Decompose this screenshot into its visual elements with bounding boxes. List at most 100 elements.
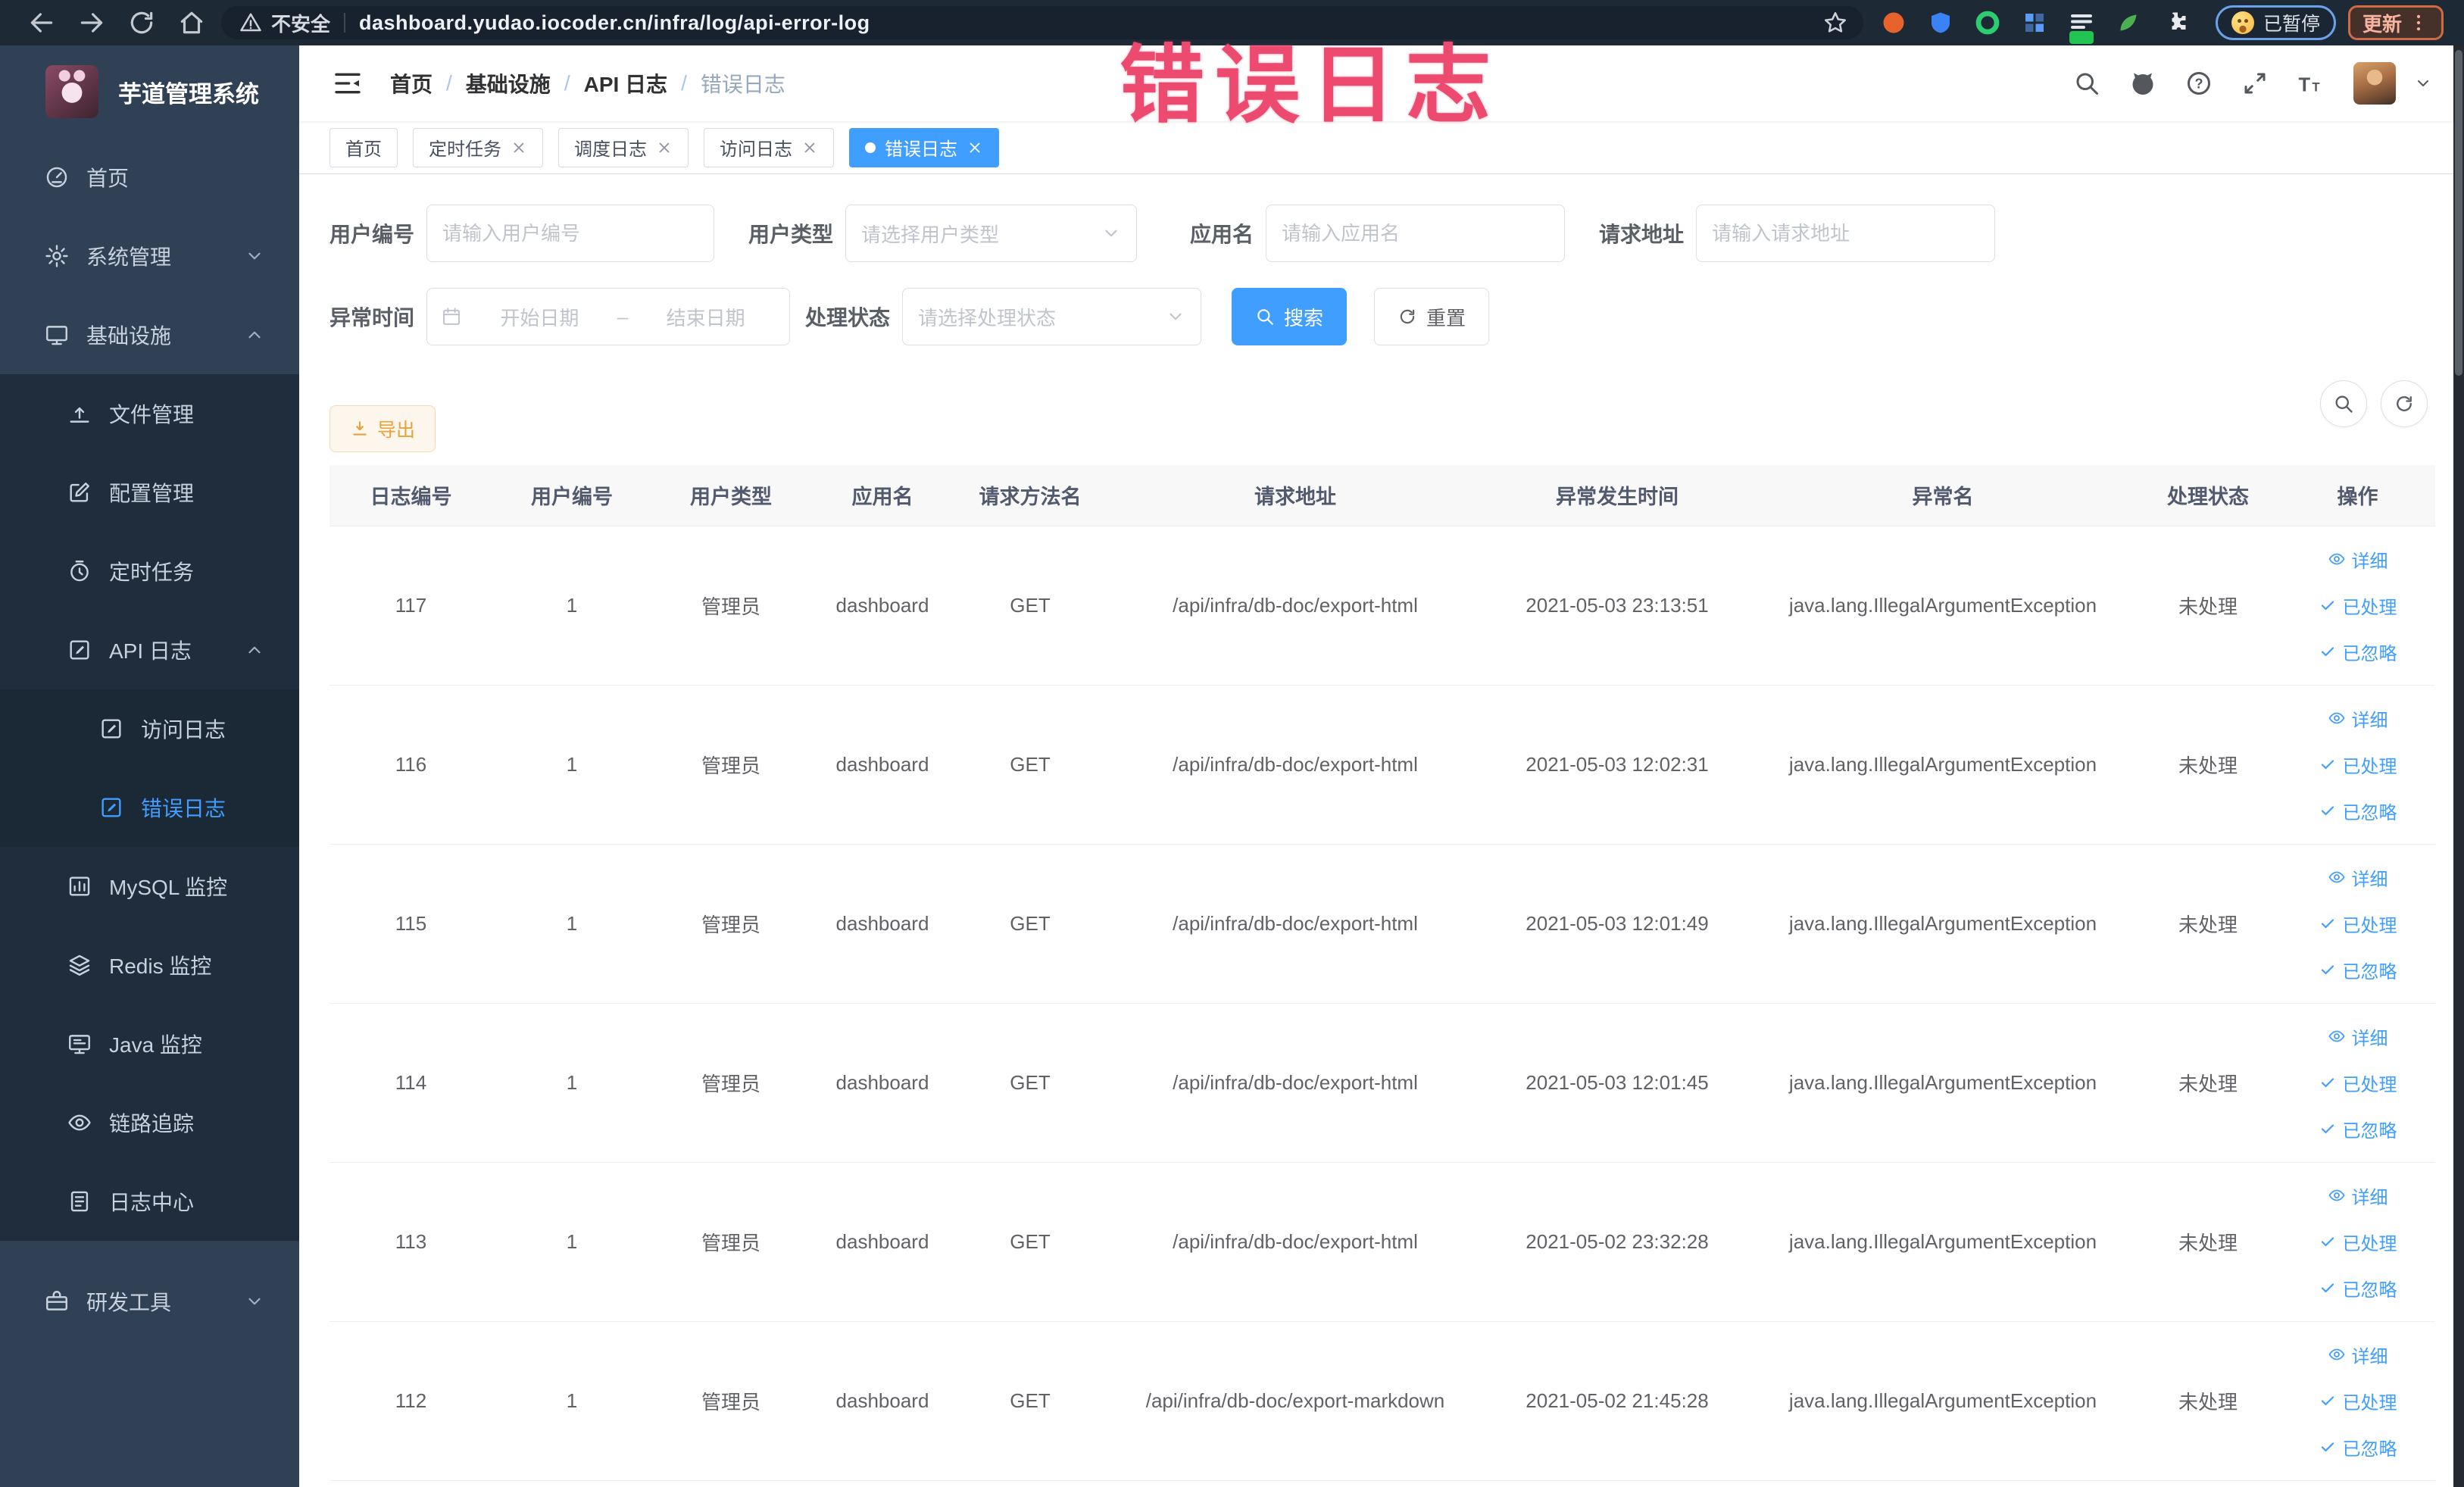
address-bar-divider (344, 13, 346, 33)
column-header[interactable]: 日志编号 (329, 465, 492, 526)
ext-puzzle-icon[interactable] (2162, 9, 2189, 36)
toggle-search-button[interactable] (2320, 380, 2367, 427)
font-size-icon[interactable]: TT (2297, 70, 2325, 97)
action-processed-link[interactable]: 已处理 (2319, 1070, 2397, 1096)
ext-green-ring-icon[interactable] (1974, 9, 2001, 36)
user-id-input[interactable] (426, 205, 715, 262)
column-header[interactable]: 请求地址 (1106, 465, 1485, 526)
tab-3[interactable]: 访问日志 (704, 127, 834, 167)
column-header[interactable]: 用户编号 (492, 465, 651, 526)
collapse-sidebar-icon[interactable] (333, 68, 363, 98)
column-header[interactable]: 操作 (2280, 465, 2435, 526)
action-ignored-link[interactable]: 已忽略 (2319, 639, 2397, 665)
export-button[interactable]: 导出 (329, 405, 436, 452)
search-button[interactable]: 搜索 (1232, 288, 1348, 345)
close-icon[interactable] (967, 139, 983, 156)
sidebar-item-trace[interactable]: 链路追踪 (0, 1083, 299, 1162)
tab-4[interactable]: 错误日志 (849, 127, 999, 167)
action-detail-link[interactable]: 详细 (2328, 1023, 2388, 1050)
sidebar-item-java-monitor[interactable]: Java 监控 (0, 1004, 299, 1083)
tabs-bar: 首页 定时任务 调度日志 访问日志 错误日志 (299, 121, 2453, 174)
close-icon[interactable] (511, 139, 527, 156)
close-icon[interactable] (801, 139, 818, 156)
browser-menu-icon[interactable] (2408, 12, 2429, 33)
paused-extension-pill[interactable]: 已暂停 (2216, 5, 2337, 40)
request-url-input[interactable] (1696, 205, 1996, 262)
sidebar-item-log-center[interactable]: 日志中心 (0, 1162, 299, 1241)
ext-grid-icon[interactable] (2021, 9, 2048, 36)
github-icon[interactable] (2129, 70, 2156, 97)
scrollbar-thumb[interactable] (2455, 50, 2462, 376)
address-bar[interactable]: 不安全 dashboard.yudao.iocoder.cn/infra/log… (221, 6, 1863, 39)
column-header[interactable]: 应用名 (810, 465, 954, 526)
sidebar-item-infrastructure[interactable]: 基础设施 (0, 295, 299, 374)
action-ignored-link[interactable]: 已忽略 (2319, 1275, 2397, 1301)
action-ignored-link[interactable]: 已忽略 (2319, 1434, 2397, 1460)
back-icon[interactable] (27, 8, 56, 37)
app-name-input[interactable] (1266, 205, 1566, 262)
tab-1[interactable]: 定时任务 (413, 127, 543, 167)
sidebar-item-access-log[interactable]: 访问日志 (0, 689, 299, 768)
breadcrumb-item-api-log[interactable]: API 日志 (584, 68, 667, 98)
exception-time-range-picker[interactable]: 开始日期 – 结束日期 (426, 288, 791, 345)
view-icon (2328, 1186, 2346, 1204)
sidebar-item-file-management[interactable]: 文件管理 (0, 374, 299, 453)
tab-2[interactable]: 调度日志 (558, 127, 689, 167)
column-header[interactable]: 请求方法名 (954, 465, 1106, 526)
action-processed-link[interactable]: 已处理 (2319, 1229, 2397, 1255)
sidebar-item-redis-monitor[interactable]: Redis 监控 (0, 926, 299, 1004)
action-detail-link[interactable]: 详细 (2328, 864, 2388, 891)
sidebar-item-config-management[interactable]: 配置管理 (0, 453, 299, 532)
sidebar-item-system-management[interactable]: 系统管理 (0, 217, 299, 295)
action-ignored-link[interactable]: 已忽略 (2319, 957, 2397, 983)
tab-home[interactable]: 首页 (329, 127, 398, 167)
avatar-caret-down-icon[interactable] (2414, 74, 2432, 92)
browser-update-button[interactable]: 更新 (2348, 5, 2444, 40)
ext-leaf-icon[interactable] (2115, 9, 2142, 36)
action-detail-link[interactable]: 详细 (2328, 546, 2388, 573)
user-type-select[interactable]: 请选择用户类型 (845, 205, 1138, 262)
table-cell: 2021-05-03 12:02:31 (1485, 685, 1750, 845)
fullscreen-icon[interactable] (2241, 70, 2269, 97)
ext-orange-icon[interactable] (1880, 9, 1907, 36)
column-header[interactable]: 异常发生时间 (1485, 465, 1750, 526)
ext-list-icon[interactable] (2068, 9, 2095, 44)
search-icon[interactable] (2073, 70, 2100, 97)
app-title: 芋道管理系统 (118, 80, 259, 108)
action-detail-link[interactable]: 详细 (2328, 1182, 2388, 1209)
table-cell: 未处理 (2136, 685, 2280, 845)
sidebar-item-label: 系统管理 (86, 245, 172, 269)
action-detail-link[interactable]: 详细 (2328, 1342, 2388, 1368)
sidebar-item-api-log[interactable]: API 日志 (0, 611, 299, 689)
sidebar-item-home[interactable]: 首页 (0, 138, 299, 217)
sidebar-item-error-log[interactable]: 错误日志 (0, 768, 299, 847)
action-processed-link[interactable]: 已处理 (2319, 911, 2397, 937)
action-ignored-link[interactable]: 已忽略 (2319, 798, 2397, 824)
sidebar-item-scheduled-tasks[interactable]: 定时任务 (0, 532, 299, 611)
sidebar-logo[interactable]: 芋道管理系统 (0, 45, 299, 138)
process-status-select[interactable]: 请选择处理状态 (902, 288, 1202, 345)
reload-icon[interactable] (127, 8, 156, 37)
user-avatar[interactable] (2353, 62, 2396, 105)
column-header[interactable]: 用户类型 (651, 465, 810, 526)
home-icon[interactable] (177, 8, 206, 37)
action-processed-link[interactable]: 已处理 (2319, 1388, 2397, 1414)
sidebar-item-dev-tools[interactable]: 研发工具 (0, 1262, 299, 1341)
action-processed-link[interactable]: 已处理 (2319, 592, 2397, 619)
column-header[interactable]: 处理状态 (2136, 465, 2280, 526)
close-icon[interactable] (656, 139, 673, 156)
breadcrumb-item-infrastructure[interactable]: 基础设施 (466, 68, 551, 98)
ext-shield-icon[interactable] (1927, 9, 1954, 36)
breadcrumb-item-home[interactable]: 首页 (390, 68, 433, 98)
column-header[interactable]: 异常名 (1750, 465, 2136, 526)
action-processed-link[interactable]: 已处理 (2319, 751, 2397, 778)
bookmark-star-icon[interactable] (1822, 10, 1848, 36)
help-icon[interactable]: ? (2185, 70, 2213, 97)
forward-icon[interactable] (77, 8, 106, 37)
window-scrollbar[interactable] (2453, 45, 2464, 1487)
sidebar-item-mysql-monitor[interactable]: MySQL 监控 (0, 847, 299, 926)
action-detail-link[interactable]: 详细 (2328, 705, 2388, 732)
refresh-table-button[interactable] (2381, 380, 2428, 427)
reset-button[interactable]: 重置 (1374, 288, 1490, 345)
action-ignored-link[interactable]: 已忽略 (2319, 1116, 2397, 1142)
